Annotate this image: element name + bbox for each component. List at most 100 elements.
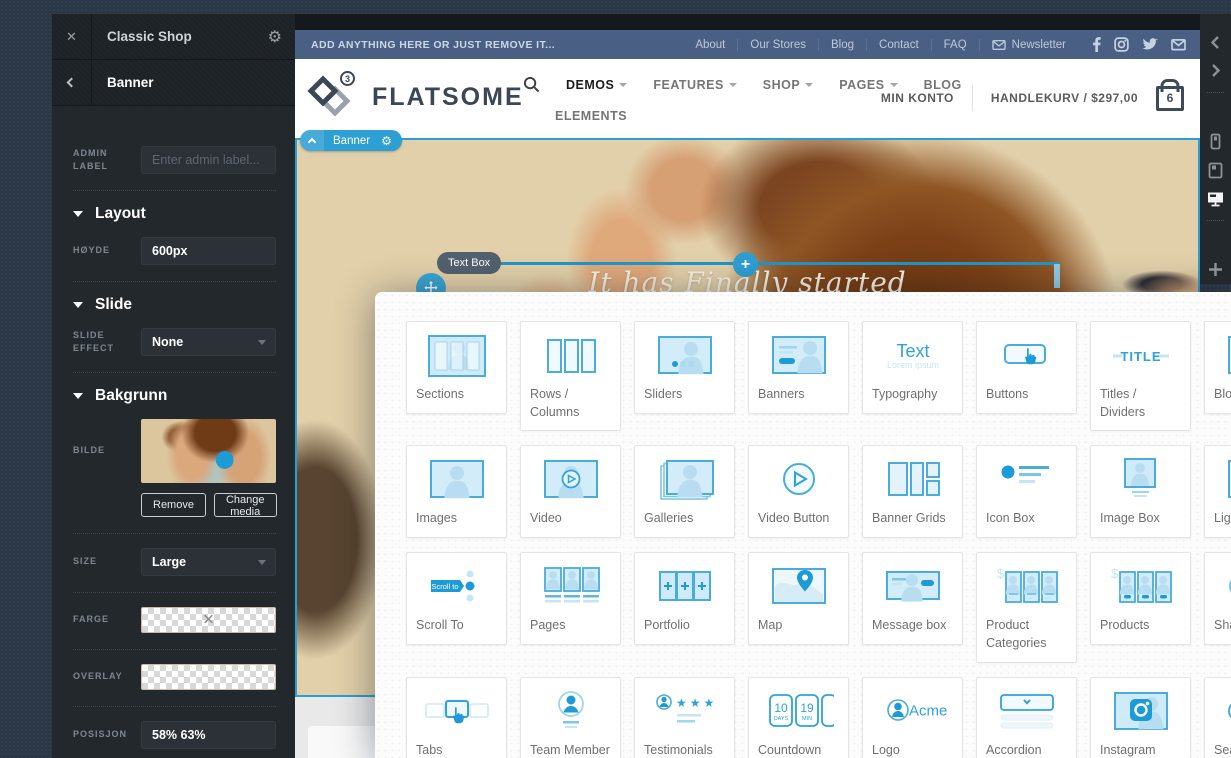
element-tile[interactable]: Icon Box: [976, 445, 1077, 538]
close-button[interactable]: ✕: [52, 14, 92, 59]
element-tile[interactable]: Buttons: [976, 321, 1077, 414]
admin-label: ADMIN LABEL: [73, 147, 141, 174]
element-tile[interactable]: Image Box: [1090, 445, 1191, 538]
element-tile[interactable]: Team Member: [520, 677, 621, 758]
topbar-link[interactable]: About: [683, 39, 737, 51]
textbox-resize-handle[interactable]: [1054, 264, 1060, 288]
builder-sidebar: ✕ Classic Shop ⚙ Banner ADMIN LABEL Layo…: [52, 14, 295, 758]
topbar-link[interactable]: Our Stores: [738, 39, 818, 51]
gear-icon[interactable]: ⚙: [255, 27, 295, 47]
site-header: 3 FLATSOME DEMOS FEATURES: [295, 59, 1200, 137]
panel-body: ADMIN LABEL Layout HØYDE Slide SLIDE EFF…: [52, 106, 295, 758]
element-tile[interactable]: Banners: [748, 321, 849, 414]
element-tile[interactable]: Acme Logo: [862, 677, 963, 758]
search-icon[interactable]: [523, 76, 540, 93]
element-tile[interactable]: Accordion: [976, 677, 1077, 758]
element-tile[interactable]: Tabs: [406, 677, 507, 758]
caret-down-icon: [729, 83, 737, 87]
element-tile[interactable]: Map: [748, 552, 849, 645]
element-tile[interactable]: Instagram feed: [1090, 677, 1191, 758]
divider: [73, 281, 276, 282]
share-icons-icon: [1205, 553, 1231, 615]
admin-label-input[interactable]: [141, 146, 276, 174]
element-tile[interactable]: Video: [520, 445, 621, 538]
element-tile[interactable]: $ Product Categories: [976, 552, 1077, 662]
element-tile[interactable]: Sections: [406, 321, 507, 414]
background-image-thumbnail[interactable]: [141, 419, 276, 483]
logo-badge: 3: [340, 71, 355, 86]
element-tile[interactable]: TextLorem ipsum Typography: [862, 321, 963, 414]
element-tile[interactable]: Share icons: [1204, 552, 1231, 645]
cart-link[interactable]: HANDLEKURV / $297,00: [991, 91, 1138, 105]
element-tile[interactable]: ★★★ Testimonials: [634, 677, 735, 758]
collapse-button[interactable]: [300, 130, 324, 151]
overlay-swatch[interactable]: [141, 664, 276, 690]
caret-down-icon: [619, 83, 627, 87]
site-logo[interactable]: 3 FLATSOME: [309, 73, 524, 121]
position-label: POSISJON: [73, 728, 141, 742]
color-row: FARGE: [73, 607, 276, 633]
banner-chip[interactable]: Banner ⚙: [300, 130, 402, 151]
nav-item-elements[interactable]: ELEMENTS: [555, 109, 962, 123]
plus-icon[interactable]: [1200, 256, 1231, 284]
nav-item[interactable]: SHOP: [763, 78, 813, 92]
topbar-link[interactable]: FAQ: [932, 39, 979, 51]
facebook-icon[interactable]: [1092, 37, 1101, 52]
height-input[interactable]: [141, 237, 276, 265]
desktop-icon[interactable]: [1200, 184, 1231, 212]
section-layout[interactable]: Layout: [73, 205, 276, 223]
element-tile[interactable]: Scroll to Scroll To: [406, 552, 507, 645]
element-tile[interactable]: TITLE Titles / Dividers: [1090, 321, 1191, 431]
change-media-button[interactable]: Change media: [214, 493, 277, 517]
svg-text:19: 19: [800, 701, 814, 715]
element-tile[interactable]: Galleries: [634, 445, 735, 538]
size-select[interactable]: Large: [141, 548, 276, 576]
gear-icon[interactable]: ⚙: [379, 134, 402, 148]
email-icon[interactable]: [1171, 38, 1186, 51]
add-element-button[interactable]: +: [733, 252, 758, 277]
instagram-icon[interactable]: [1114, 37, 1129, 52]
remove-button[interactable]: Remove: [141, 493, 206, 517]
add-element-modal: Sections Rows / Columns Sliders Banners …: [375, 292, 1231, 758]
element-tile[interactable]: Portfolio: [634, 552, 735, 645]
element-tile[interactable]: Images: [406, 445, 507, 538]
group-divider-icon[interactable]: [1207, 220, 1224, 249]
element-tile[interactable]: Video Button: [748, 445, 849, 538]
element-tile[interactable]: Blog posts: [1204, 321, 1231, 414]
newsletter-link[interactable]: Newsletter: [980, 39, 1078, 51]
element-tile-label: Accordion: [977, 740, 1076, 758]
element-tile[interactable]: Rows / Columns: [520, 321, 621, 431]
my-account-link[interactable]: MIN KONTO: [881, 91, 954, 105]
slide-effect-select[interactable]: None: [141, 328, 276, 356]
element-tile-label: Images: [407, 508, 506, 536]
element-tile[interactable]: Banner Grids: [862, 445, 963, 538]
twitter-icon[interactable]: [1142, 38, 1158, 52]
element-tile[interactable]: Sliders: [634, 321, 735, 414]
element-tile[interactable]: Search: [1204, 677, 1231, 758]
position-input[interactable]: [141, 721, 276, 749]
element-tile[interactable]: 10DAYS19MIN Countdown: [748, 677, 849, 758]
color-swatch[interactable]: [141, 607, 276, 633]
images-icon: [407, 446, 506, 508]
element-tile-label: Banners: [749, 384, 848, 412]
chevron-left-icon[interactable]: [1200, 28, 1231, 56]
element-tile-label: Rows / Columns: [521, 384, 620, 430]
section-title: Bakgrunn: [95, 387, 167, 405]
group-divider-icon[interactable]: [1207, 92, 1224, 121]
phone-icon[interactable]: [1200, 128, 1231, 156]
element-tile[interactable]: Message box: [862, 552, 963, 645]
nav-item[interactable]: FEATURES: [653, 78, 736, 92]
topbar-link[interactable]: Blog: [819, 39, 866, 51]
topbar-link[interactable]: Contact: [867, 39, 931, 51]
element-tile[interactable]: $ Products: [1090, 552, 1191, 645]
back-button[interactable]: [52, 60, 92, 105]
section-background[interactable]: Bakgrunn: [73, 387, 276, 405]
section-slide[interactable]: Slide: [73, 296, 276, 314]
element-tile[interactable]: Lightbox: [1204, 445, 1231, 538]
chevron-right-icon[interactable]: [1200, 56, 1231, 84]
image-box-icon: [1091, 446, 1190, 508]
nav-item[interactable]: DEMOS: [566, 78, 627, 92]
tablet-icon[interactable]: [1200, 156, 1231, 184]
cart-bag-icon[interactable]: 6: [1156, 86, 1184, 111]
element-tile[interactable]: Pages: [520, 552, 621, 645]
